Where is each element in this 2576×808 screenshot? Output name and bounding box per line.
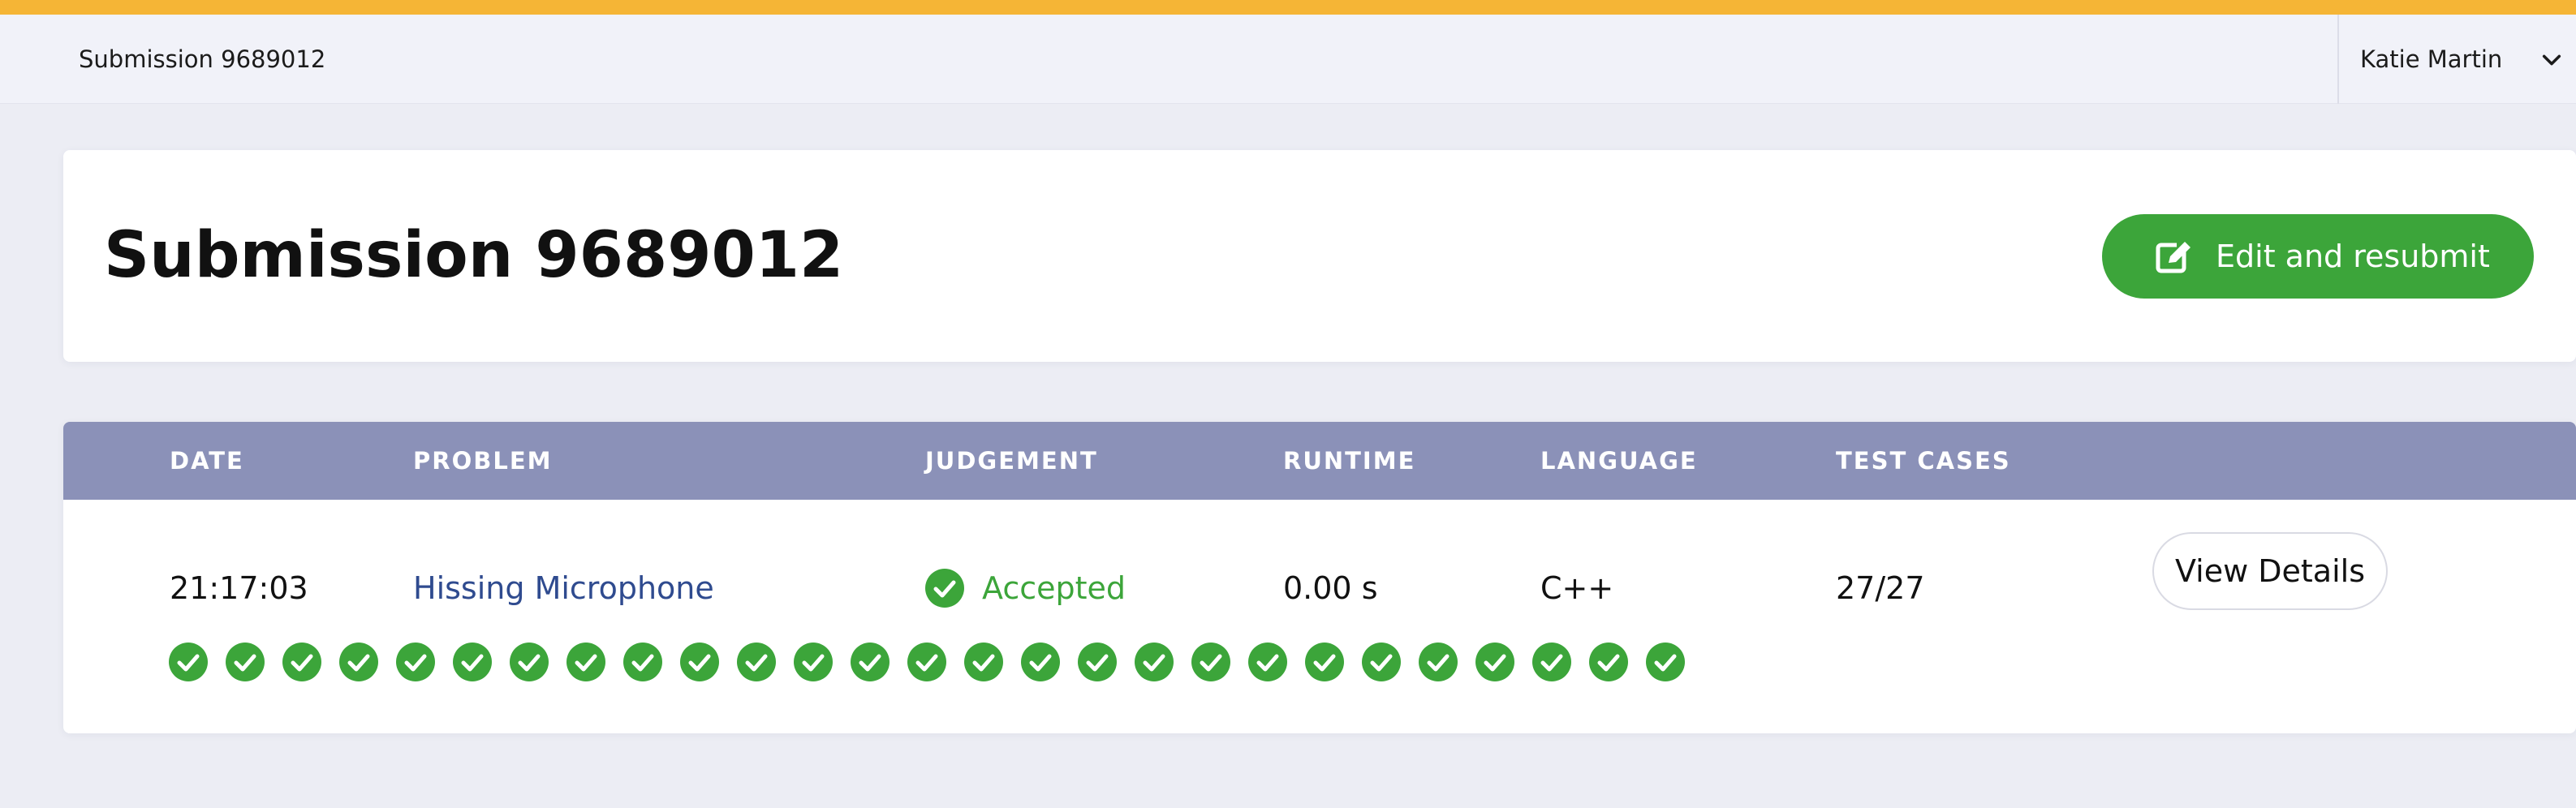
test-case-check-icon [1589, 643, 1628, 681]
problem-link[interactable]: Hissing Microphone [413, 570, 714, 606]
test-case-check-icon [226, 643, 265, 681]
column-header-problem: PROBLEM [413, 447, 553, 475]
table-header: DATE PROBLEM JUDGEMENT RUNTIME LANGUAGE … [63, 422, 2576, 500]
language-value: C++ [1540, 570, 1614, 606]
test-case-check-icon [964, 643, 1003, 681]
column-header-date: DATE [170, 447, 244, 475]
top-navbar: Submission 9689012 Katie Martin [0, 15, 2576, 104]
test-case-check-icon [851, 643, 890, 681]
test-case-check-icon [282, 643, 321, 681]
user-menu-dropdown[interactable]: Katie Martin [2337, 15, 2576, 104]
test-case-check-icon [1646, 643, 1685, 681]
view-details-button[interactable]: View Details [2152, 532, 2388, 610]
test-case-check-icon [1419, 643, 1458, 681]
test-case-check-icon [907, 643, 946, 681]
test-case-check-icon [737, 643, 776, 681]
chevron-down-icon [2542, 54, 2561, 66]
test-case-check-icon [396, 643, 435, 681]
resubmit-label: Edit and resubmit [2216, 239, 2490, 274]
test-case-check-icon [1305, 643, 1344, 681]
test-cases-count: 27/27 [1836, 570, 1925, 606]
test-case-check-icon [680, 643, 719, 681]
submission-date: 21:17:03 [170, 570, 308, 606]
test-case-check-icon [1475, 643, 1514, 681]
test-case-check-icon [623, 643, 662, 681]
test-case-check-icon [1191, 643, 1230, 681]
edit-icon [2156, 239, 2193, 273]
test-case-check-icon [1078, 643, 1117, 681]
test-case-check-icon [169, 643, 208, 681]
column-header-test-cases: TEST CASES [1836, 447, 2011, 475]
column-header-runtime: RUNTIME [1283, 447, 1416, 475]
breadcrumb: Submission 9689012 [79, 45, 326, 73]
test-case-results [169, 643, 1685, 683]
check-circle-icon [925, 569, 964, 608]
column-header-judgement: JUDGEMENT [925, 447, 1098, 475]
test-case-check-icon [1248, 643, 1287, 681]
test-case-check-icon [1021, 643, 1060, 681]
test-case-check-icon [1532, 643, 1571, 681]
submission-table: DATE PROBLEM JUDGEMENT RUNTIME LANGUAGE … [63, 422, 2576, 733]
test-case-check-icon [339, 643, 378, 681]
judgement-status: Accepted [982, 570, 1126, 606]
test-case-check-icon [510, 643, 549, 681]
page-title: Submission 9689012 [104, 219, 844, 292]
user-name: Katie Martin [2360, 45, 2503, 73]
edit-and-resubmit-button[interactable]: Edit and resubmit [2102, 214, 2534, 299]
test-case-check-icon [453, 643, 492, 681]
test-case-check-icon [794, 643, 833, 681]
test-case-check-icon [566, 643, 605, 681]
column-header-language: LANGUAGE [1540, 447, 1698, 475]
test-case-check-icon [1362, 643, 1401, 681]
top-accent-bar [0, 0, 2576, 15]
submission-header-card: Submission 9689012 Edit and resubmit [63, 150, 2576, 362]
runtime-value: 0.00 s [1283, 570, 1378, 606]
test-case-check-icon [1135, 643, 1174, 681]
